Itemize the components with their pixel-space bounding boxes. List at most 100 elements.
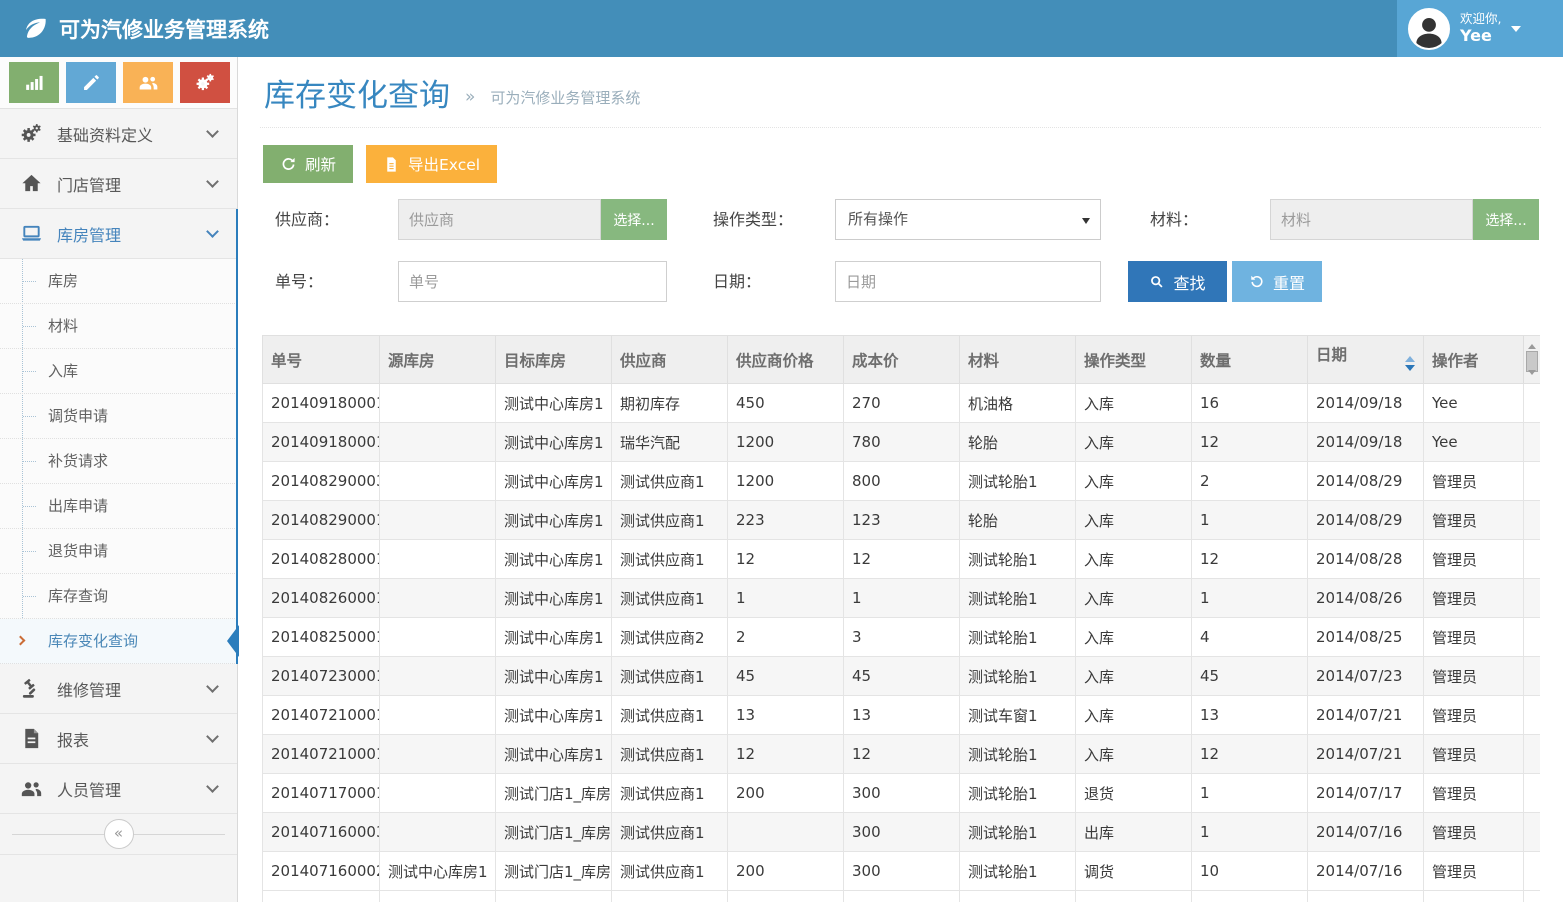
table-cell: 入库: [1076, 735, 1192, 774]
column-header-10[interactable]: 日期: [1308, 336, 1424, 384]
table-cell: 测试中心库房1: [496, 384, 612, 423]
table-cell: [380, 384, 496, 423]
table-cell: [380, 618, 496, 657]
column-header-label: 操作类型: [1084, 352, 1146, 370]
table-cell: 2014/07/17: [1308, 774, 1424, 813]
table-scrollbar[interactable]: [1523, 336, 1540, 383]
table-cell: 1200: [728, 462, 844, 501]
scrollbar-down-arrow-icon[interactable]: [1528, 370, 1536, 379]
table-cell: 223: [728, 501, 844, 540]
sidebar-subitem-2[interactable]: 材料: [0, 304, 237, 349]
column-header-1[interactable]: 单号: [263, 336, 380, 384]
users-shortcut-button[interactable]: [123, 62, 173, 103]
table-cell: 机油格: [960, 384, 1076, 423]
sidebar-subitem-label: 出库申请: [48, 497, 108, 515]
sidebar-item-basic-data[interactable]: 基础资料定义: [0, 109, 237, 159]
column-header-6[interactable]: 成本价: [844, 336, 960, 384]
material-input[interactable]: [1270, 199, 1473, 240]
scrollbar-thumb[interactable]: [1526, 351, 1538, 372]
bar-chart-shortcut-button[interactable]: [9, 62, 59, 103]
table-cell: 入库: [1076, 423, 1192, 462]
column-header-5[interactable]: 供应商价格: [728, 336, 844, 384]
table-cell: [380, 735, 496, 774]
sidebar-subitem-6[interactable]: 出库申请: [0, 484, 237, 529]
table-cell: 12: [728, 540, 844, 579]
sidebar-subitem-4[interactable]: 调货申请: [0, 394, 237, 439]
table-cell: 1: [844, 579, 960, 618]
operation-type-label: 操作类型：: [713, 199, 793, 240]
pencil-icon: [81, 72, 102, 93]
supplier-input[interactable]: [398, 199, 601, 240]
table-cell: 201408290001: [263, 501, 380, 540]
column-header-8[interactable]: 操作类型: [1076, 336, 1192, 384]
date-input[interactable]: [835, 261, 1101, 302]
column-header-3[interactable]: 目标库房: [496, 336, 612, 384]
table-cell: 入库: [1076, 696, 1192, 735]
order-no-input[interactable]: [398, 261, 667, 302]
column-header-9[interactable]: 数量: [1192, 336, 1308, 384]
column-header-4[interactable]: 供应商: [612, 336, 728, 384]
refresh-label: 刷新: [305, 153, 336, 175]
supplier-select-button[interactable]: 选择...: [601, 199, 667, 240]
table-cell: [1524, 891, 1541, 902]
gears-shortcut-button[interactable]: [180, 62, 230, 103]
refresh-icon: [280, 156, 297, 173]
sidebar-subitem-1[interactable]: 库房: [0, 259, 237, 304]
brand-title: 可为汽修业务管理系统: [59, 14, 269, 44]
column-header-2[interactable]: 源库房: [380, 336, 496, 384]
brand[interactable]: 可为汽修业务管理系统: [22, 0, 269, 57]
sidebar-subitem-3[interactable]: 入库: [0, 349, 237, 394]
table-cell: [380, 891, 496, 902]
sidebar-collapse-button[interactable]: «: [104, 819, 134, 849]
export-excel-label: 导出Excel: [408, 153, 480, 175]
table-cell: 201408290003: [263, 462, 380, 501]
table-cell: 1200: [728, 423, 844, 462]
column-header-label: 日期: [1316, 346, 1347, 364]
table-row: 201407230001测试中心库房1测试供应商14545测试轮胎1入库4520…: [263, 657, 1541, 696]
column-header-label: 成本价: [852, 352, 899, 370]
search-button[interactable]: 查找: [1128, 261, 1227, 302]
table-cell: [1192, 891, 1308, 902]
table-cell: 2014/08/29: [1308, 501, 1424, 540]
column-header-label: 单号: [271, 352, 302, 370]
sidebar-item-staff[interactable]: 人员管理: [0, 764, 237, 814]
page-title: 库存变化查询: [260, 70, 450, 115]
sidebar-subitem-label: 补货请求: [48, 452, 108, 470]
sidebar-subitem-8[interactable]: 库存查询: [0, 574, 237, 619]
sidebar-subitem-7[interactable]: 退货申请: [0, 529, 237, 574]
table-cell-filler: [1524, 462, 1541, 501]
table-cell: 1: [1192, 774, 1308, 813]
sidebar-item-store[interactable]: 门店管理: [0, 159, 237, 209]
sidebar-item-report[interactable]: 报表: [0, 714, 237, 764]
table-row: 201409180001测试中心库房1期初库存450270机油格入库162014…: [263, 384, 1541, 423]
bar-chart-icon: [24, 72, 45, 93]
sidebar-subitem-5[interactable]: 补货请求: [0, 439, 237, 484]
welcome-text: 欢迎你,: [1460, 11, 1501, 26]
sidebar-item-label: 人员管理: [57, 777, 121, 801]
table-cell: 测试供应商1: [612, 501, 728, 540]
user-panel[interactable]: 欢迎你, Yee: [1397, 0, 1563, 57]
sidebar-subitem-label: 材料: [48, 317, 78, 335]
warehouse-menu-group: 库房管理 库房材料入库调货申请补货请求出库申请退货申请库存查询库存变化查询: [0, 209, 237, 664]
table-cell: 管理员: [1424, 462, 1524, 501]
sidebar-item-warehouse[interactable]: 库房管理: [0, 209, 237, 259]
table-cell: 测试车窗1: [960, 696, 1076, 735]
gears-icon: [20, 122, 43, 145]
table-cell: 管理员: [1424, 501, 1524, 540]
scrollbar-up-arrow-icon[interactable]: [1528, 340, 1536, 349]
export-excel-button[interactable]: 导出Excel: [366, 145, 497, 183]
sidebar-item-repair[interactable]: 维修管理: [0, 664, 237, 714]
refresh-button[interactable]: 刷新: [263, 145, 353, 183]
sidebar-item-label: 门店管理: [57, 172, 121, 196]
pencil-shortcut-button[interactable]: [66, 62, 116, 103]
table-cell: 测试轮胎1: [960, 774, 1076, 813]
table-cell: 入库: [1076, 501, 1192, 540]
operation-type-select[interactable]: 所有操作: [835, 199, 1101, 240]
file-icon: [20, 727, 43, 750]
column-header-11[interactable]: 操作者: [1424, 336, 1524, 384]
table-cell: 201407230001: [263, 657, 380, 696]
sidebar-subitem-9[interactable]: 库存变化查询: [0, 619, 237, 664]
column-header-7[interactable]: 材料: [960, 336, 1076, 384]
reset-button[interactable]: 重置: [1232, 261, 1322, 302]
material-select-button[interactable]: 选择...: [1473, 199, 1539, 240]
